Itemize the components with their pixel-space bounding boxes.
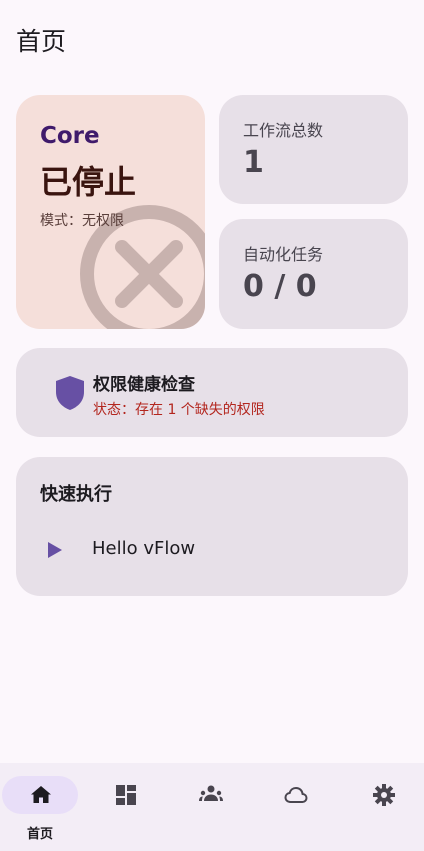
core-status-text: 已停止 xyxy=(40,163,137,201)
quick-run-item-label: Hello vFlow xyxy=(92,538,196,559)
play-icon xyxy=(48,542,62,558)
health-check-status: 状态：存在 1 个缺失的权限 xyxy=(93,402,265,418)
permission-health-card[interactable]: 权限健康检查 状态：存在 1 个缺失的权限 xyxy=(16,348,408,437)
quick-run-title: 快速执行 xyxy=(40,484,112,505)
page-title: 首页 xyxy=(16,27,67,56)
quick-run-item[interactable]: Hello vFlow xyxy=(40,533,380,567)
nav-item-cloud[interactable] xyxy=(255,763,339,851)
bottom-navigation: 首页 xyxy=(0,763,424,851)
automation-tasks-label: 自动化任务 xyxy=(243,245,324,264)
workflow-count-label: 工作流总数 xyxy=(243,121,324,140)
automation-tasks-card[interactable]: 自动化任务 0 / 0 xyxy=(219,219,408,329)
nav-item-home[interactable]: 首页 xyxy=(0,763,84,851)
nav-label-home: 首页 xyxy=(26,827,53,842)
automation-tasks-value: 0 / 0 xyxy=(243,269,317,304)
community-icon xyxy=(199,785,223,801)
workflow-count-value: 1 xyxy=(243,145,264,180)
dashboard-icon xyxy=(116,785,136,805)
quick-run-card: 快速执行 Hello vFlow xyxy=(16,457,408,596)
core-mode-text: 模式：无权限 xyxy=(40,213,124,229)
core-status-card[interactable]: Core 已停止 模式：无权限 xyxy=(16,95,205,329)
home-icon xyxy=(31,786,51,803)
health-check-title: 权限健康检查 xyxy=(93,375,195,395)
cloud-icon xyxy=(284,786,308,803)
shield-icon xyxy=(56,376,84,410)
nav-item-community[interactable] xyxy=(170,763,254,851)
settings-icon xyxy=(373,784,395,806)
workflow-count-card[interactable]: 工作流总数 1 xyxy=(219,95,408,204)
nav-item-dashboard[interactable] xyxy=(84,763,168,851)
core-label: Core xyxy=(40,123,100,149)
nav-item-settings[interactable] xyxy=(340,763,424,851)
